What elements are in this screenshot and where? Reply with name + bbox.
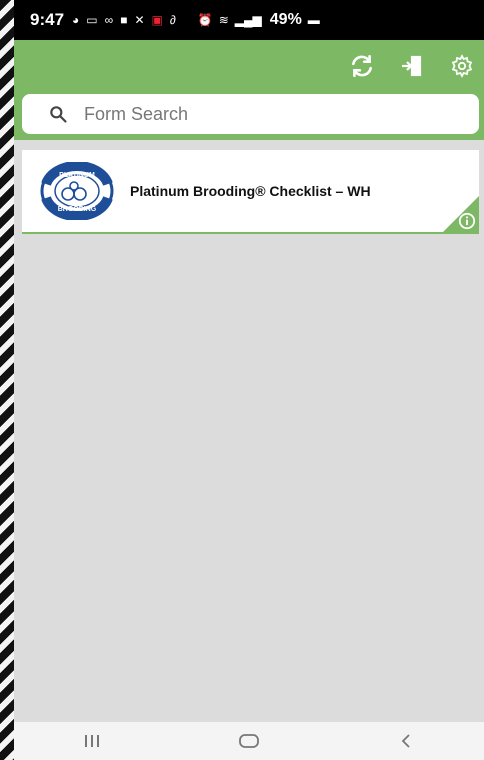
message-icon: ■ [120,13,128,27]
logout-button[interactable] [398,52,426,80]
search-box[interactable] [22,94,479,134]
settings-button[interactable] [448,52,476,80]
logo-text-top: PLATINUM [59,172,95,179]
notification-icons: ◕ ▭ ∞ ■ ✕ ▣ ∂ [72,13,176,27]
toolbar-actions [348,52,476,80]
platinum-brooding-logo: PLATINUM BROODING [40,162,114,220]
signal-icon: ▂▄▆ [234,13,262,27]
form-card[interactable]: PLATINUM BROODING Platinum Brooding® Che… [22,150,479,234]
logout-icon [402,55,422,77]
voicemail-icon: ∞ [104,13,114,27]
app-bar [14,40,484,140]
search-input[interactable] [82,102,416,126]
wifi-icon: ≋ [218,13,229,27]
home-icon [239,734,259,748]
cross-icon: ✕ [134,13,145,27]
back-icon [401,734,410,748]
search-icon [50,106,67,123]
status-bar: 9:47 ◕ ▭ ∞ ■ ✕ ▣ ∂ ⏰ ≋ ▂▄▆ 49% ▬ [14,0,484,40]
sync-button[interactable] [348,52,376,80]
home-button[interactable] [229,726,269,756]
recent-apps-icon [85,735,100,747]
form-list: PLATINUM BROODING Platinum Brooding® Che… [14,140,484,722]
recent-apps-button[interactable] [72,726,112,756]
app-icon: ▭ [86,13,98,27]
battery-percent: 49% [269,11,302,28]
link-icon: ∂ [169,13,176,27]
form-title: Platinum Brooding® Checklist – WH [130,183,371,199]
sync-icon [352,54,372,78]
phone-screen: 9:47 ◕ ▭ ∞ ■ ✕ ▣ ∂ ⏰ ≋ ▂▄▆ 49% ▬ Form Se… [14,0,484,760]
eye-icon: ◕ [72,13,80,27]
system-status: ⏰ ≋ ▂▄▆ 49% ▬ [198,11,320,29]
app-notification-icon: ▣ [151,13,163,27]
info-icon[interactable] [458,212,476,230]
alarm-icon: ⏰ [197,13,213,27]
system-nav-bar [14,722,484,760]
battery-icon: ▬ [307,13,320,27]
logo-text-bottom: BROODING [58,206,97,213]
back-button[interactable] [386,726,426,756]
status-time: 9:47 [30,10,65,29]
settings-icon [451,54,473,78]
